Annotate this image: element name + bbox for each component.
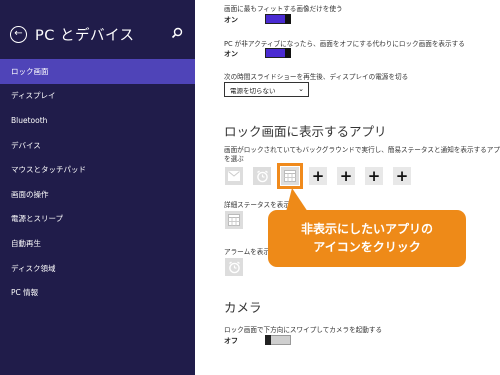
sidebar-item-power-sleep[interactable]: 電源とスリープ [0,207,195,232]
add-app-button-4[interactable]: + [393,167,411,185]
sidebar-header: ← PC とデバイス [10,22,190,46]
sidebar-item-devices[interactable]: デバイス [0,133,195,158]
inactive-slideshow-label: PC が非アクティブになったら、画面をオフにする代わりにロック画面を表示する [224,40,465,48]
lock-apps-desc-line2: を選ぶ [224,155,244,163]
inactive-slideshow-toggle[interactable] [265,48,291,58]
lock-apps-heading: ロック画面に表示するアプリ [224,124,387,139]
callout-pointer [286,188,308,212]
camera-swipe-state: オフ [224,337,238,345]
plus-icon: + [339,167,353,185]
sidebar-item-display[interactable]: ディスプレイ [0,84,195,109]
sidebar-item-autoplay[interactable]: 自動再生 [0,231,195,256]
alarm-clock-icon [256,169,268,182]
lock-apps-desc-line1: 画面がロックされていてもバックグラウンドで実行し、簡易ステータスと通知を表示する… [224,146,500,154]
mail-app-tile[interactable] [225,167,243,185]
detailed-status-tile[interactable] [225,211,243,229]
plus-icon: + [367,167,381,185]
alarm-label: アラームを表示 [224,248,270,256]
camera-swipe-toggle[interactable] [265,335,291,345]
alarm-app-tile[interactable] [253,167,271,185]
alarm-tile[interactable] [225,258,243,276]
sidebar-title: PC とデバイス [35,27,135,44]
back-arrow-icon[interactable]: ← [10,25,27,43]
fit-images-state: オン [224,16,238,24]
alarm-clock-icon [228,260,240,273]
chevron-down-icon: ⌄ [298,85,304,93]
instruction-callout: 非表示にしたいアプリの アイコンをクリック [268,210,466,267]
sidebar: ← PC とデバイス ロック画面 ディスプレイ Bluetooth デバイス マ… [0,0,195,375]
callout-line-1: 非表示にしたいアプリの [300,222,433,237]
camera-swipe-label: ロック画面で下方向にスワイプしてカメラを起動する [224,326,383,334]
plus-icon: + [311,167,325,185]
sidebar-item-mouse-touchpad[interactable]: マウスとタッチパッド [0,157,195,182]
plus-icon: + [395,167,409,185]
display-off-dropdown[interactable]: 電源を切らない ⌄ [224,82,309,97]
calendar-icon [228,214,240,226]
main-content: 画面に最もフィットする画像だけを使う オン PC が非アクティブになったら、画面… [195,0,500,375]
sidebar-item-pc-info[interactable]: PC 情報 [0,280,195,305]
inactive-slideshow-state: オン [224,50,238,58]
sidebar-nav: ロック画面 ディスプレイ Bluetooth デバイス マウスとタッチパッド 画… [0,59,195,305]
add-app-button-3[interactable]: + [365,167,383,185]
fit-images-toggle[interactable] [265,14,291,24]
sidebar-item-corners-edges[interactable]: 画面の操作 [0,182,195,207]
add-app-button-1[interactable]: + [309,167,327,185]
sidebar-item-bluetooth[interactable]: Bluetooth [0,108,195,133]
fit-images-label: 画面に最もフィットする画像だけを使う [224,5,343,13]
add-app-button-2[interactable]: + [337,167,355,185]
sidebar-item-lock-screen[interactable]: ロック画面 [0,59,195,84]
callout-line-2: アイコンをクリック [313,239,421,254]
display-off-label: 次の時間スライドショーを再生後、ディスプレイの電源を切る [224,73,409,81]
search-icon[interactable] [170,26,184,40]
calendar-app-tile[interactable] [277,163,303,189]
mail-icon [228,171,240,181]
calendar-icon [284,170,296,182]
sidebar-item-disk-space[interactable]: ディスク領域 [0,256,195,281]
camera-heading: カメラ [224,300,262,315]
